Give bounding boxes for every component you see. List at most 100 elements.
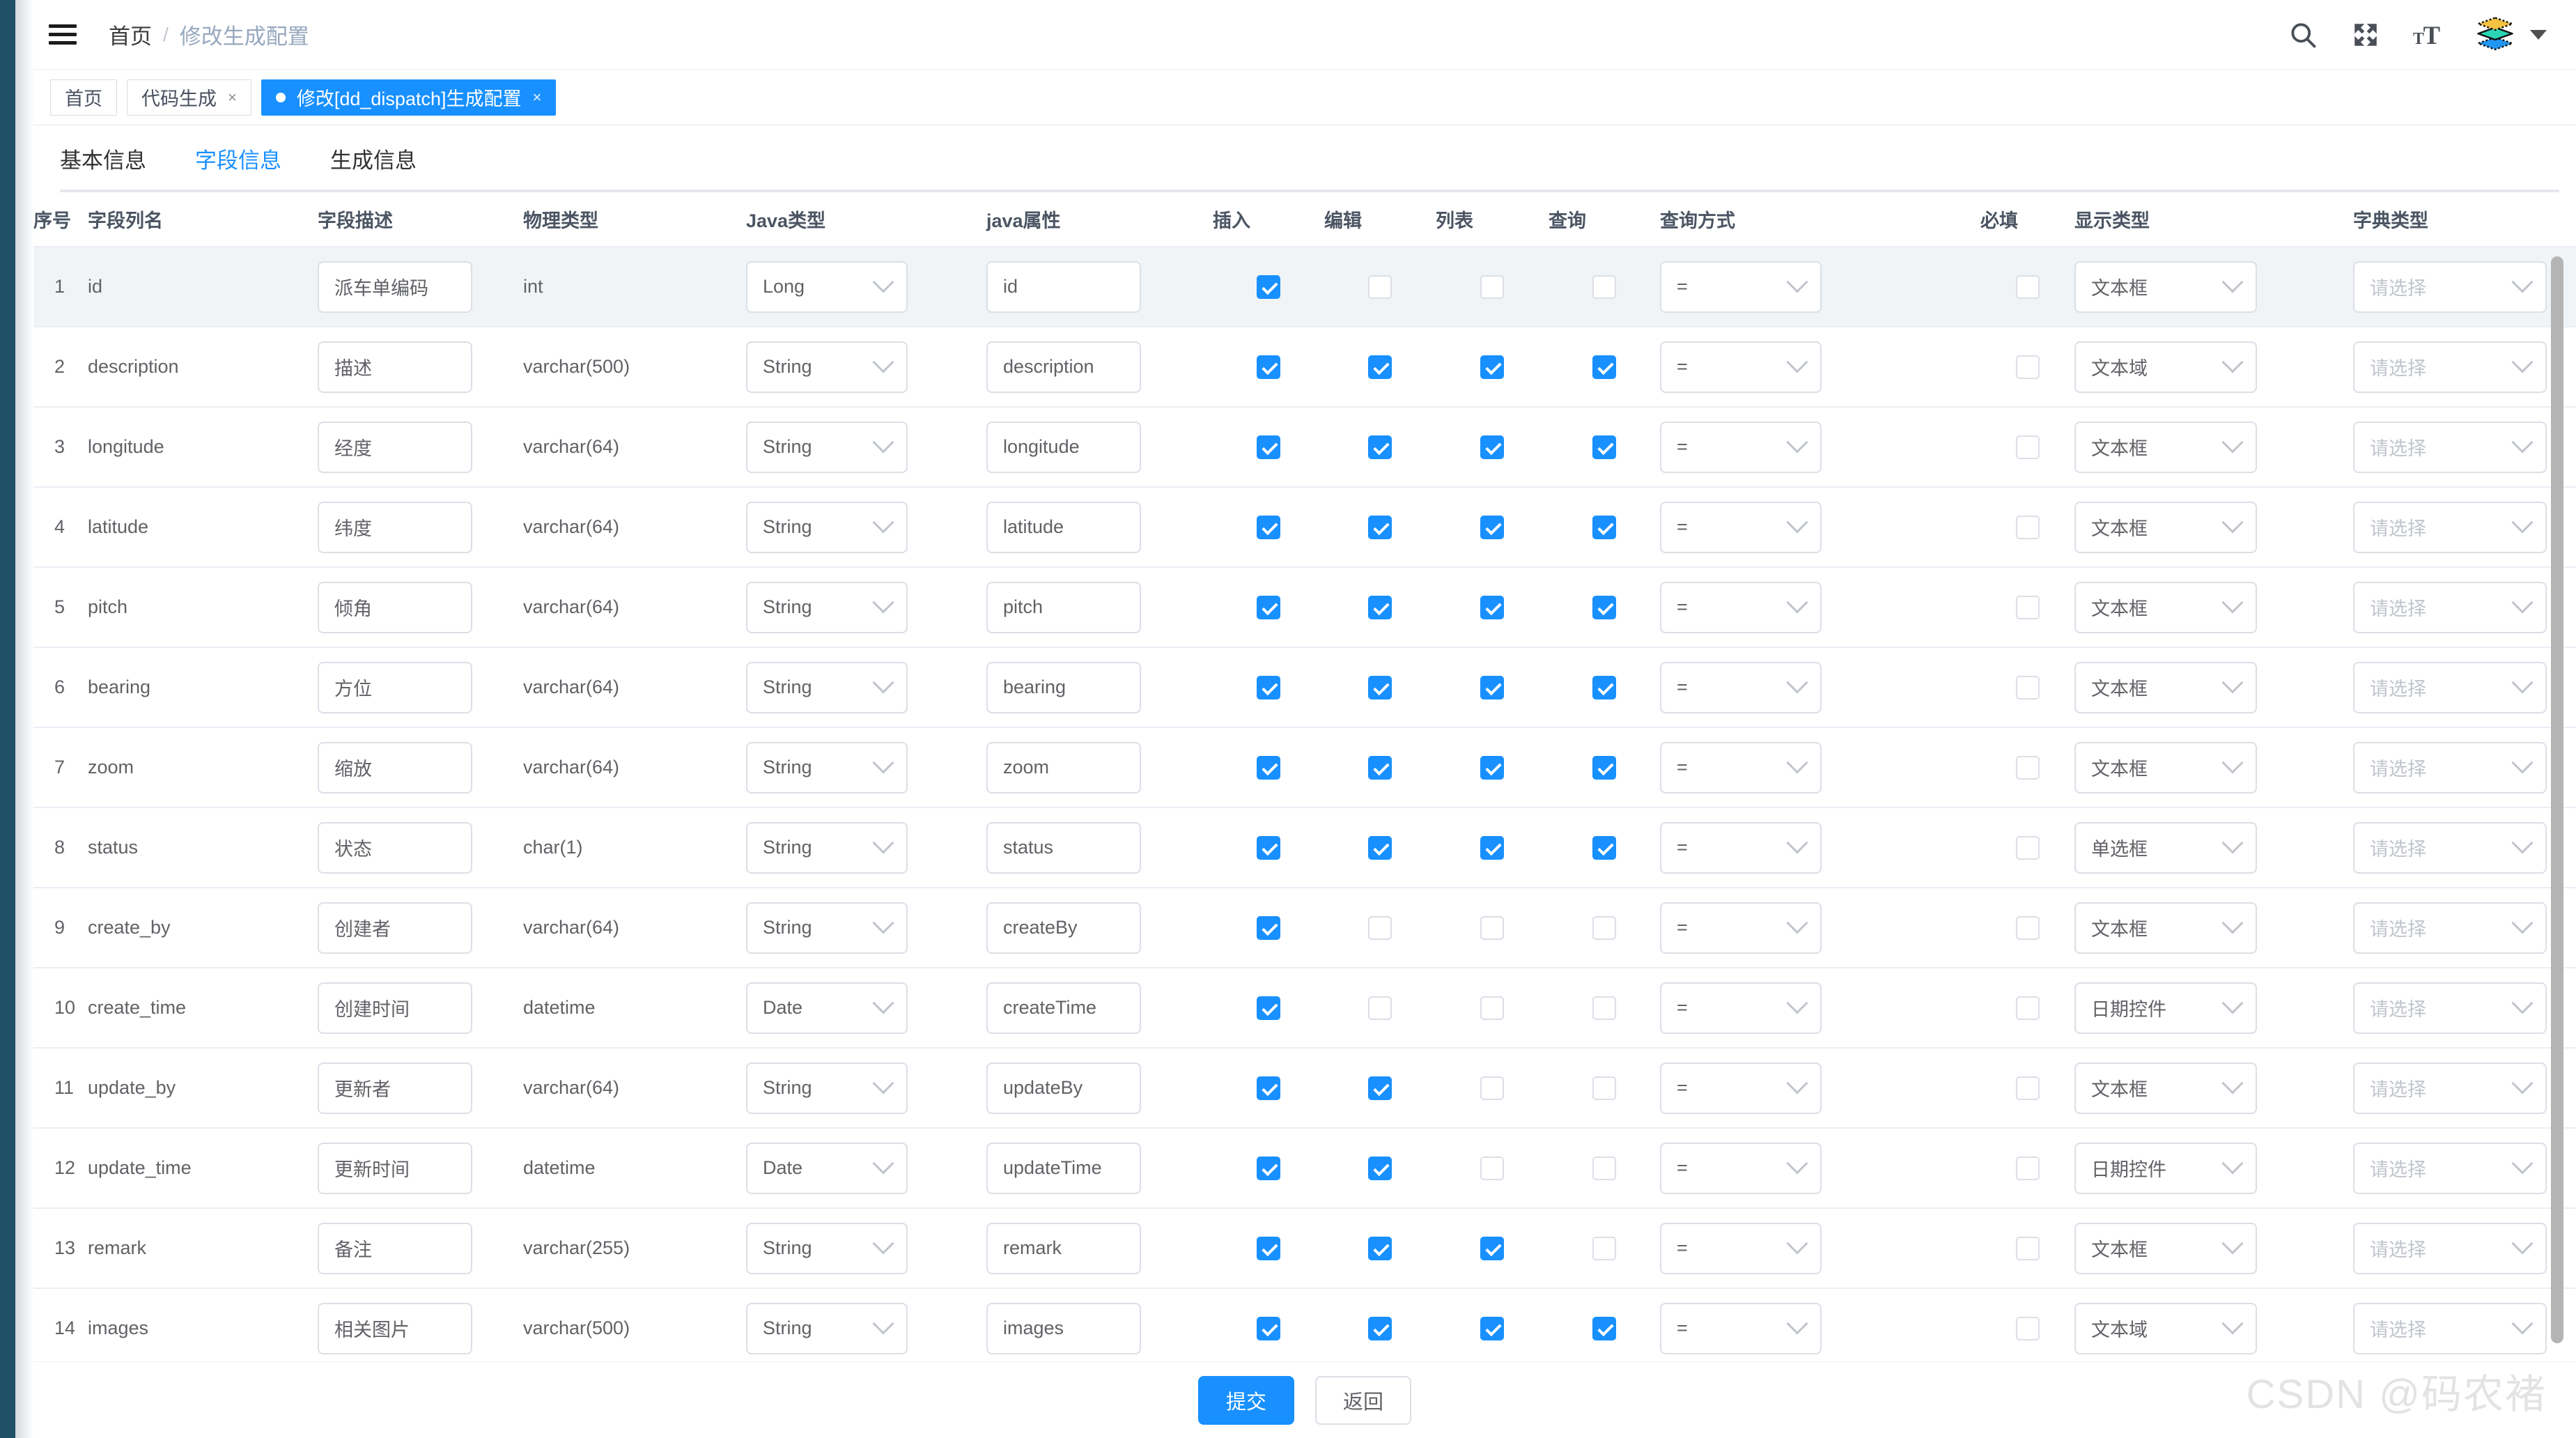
java-type-select[interactable]: Date <box>746 1142 908 1194</box>
java-attr-input[interactable] <box>986 821 1141 874</box>
java-type-select[interactable]: String <box>746 341 908 393</box>
column-desc-input[interactable] <box>318 661 472 713</box>
required-checkbox[interactable] <box>2015 515 2040 539</box>
insert-checkbox[interactable] <box>1257 835 1280 860</box>
required-checkbox[interactable] <box>2015 355 2040 379</box>
close-icon[interactable]: × <box>228 88 237 107</box>
dict-type-select[interactable]: 请选择 <box>2353 741 2547 794</box>
list-checkbox[interactable] <box>1480 275 1504 299</box>
java-attr-input[interactable] <box>986 1222 1141 1274</box>
submit-button[interactable]: 提交 <box>1198 1375 1294 1425</box>
insert-checkbox[interactable] <box>1257 1236 1280 1260</box>
list-checkbox[interactable] <box>1480 835 1504 860</box>
edit-checkbox[interactable] <box>1368 515 1392 539</box>
java-type-select[interactable]: String <box>746 1302 908 1354</box>
column-desc-input[interactable] <box>318 741 472 794</box>
query-checkbox[interactable] <box>1592 915 1616 940</box>
tab-basic-info[interactable]: 基本信息 <box>60 143 146 192</box>
required-checkbox[interactable] <box>2015 755 2040 780</box>
column-desc-input[interactable] <box>318 261 472 313</box>
display-type-select[interactable]: 文本框 <box>2074 741 2257 794</box>
column-desc-input[interactable] <box>318 581 472 633</box>
insert-checkbox[interactable] <box>1257 675 1280 699</box>
required-checkbox[interactable] <box>2015 1236 2040 1260</box>
query-checkbox[interactable] <box>1592 755 1616 780</box>
display-type-select[interactable]: 文本框 <box>2074 501 2257 553</box>
query-checkbox[interactable] <box>1592 515 1616 539</box>
list-checkbox[interactable] <box>1480 996 1504 1020</box>
query-type-select[interactable]: = <box>1660 661 1822 713</box>
breadcrumb-home[interactable]: 首页 <box>109 19 152 50</box>
edit-checkbox[interactable] <box>1368 675 1392 699</box>
java-attr-input[interactable] <box>986 421 1141 473</box>
edit-checkbox[interactable] <box>1368 1156 1392 1180</box>
display-type-select[interactable]: 文本域 <box>2074 341 2257 393</box>
avatar[interactable] <box>2476 16 2547 54</box>
column-desc-input[interactable] <box>318 902 472 954</box>
tag-home[interactable]: 首页 <box>50 79 117 116</box>
query-type-select[interactable]: = <box>1660 261 1822 313</box>
query-checkbox[interactable] <box>1592 675 1616 699</box>
close-icon[interactable]: × <box>532 88 541 107</box>
display-type-select[interactable]: 文本框 <box>2074 581 2257 633</box>
query-checkbox[interactable] <box>1592 1236 1616 1260</box>
display-type-select[interactable]: 文本框 <box>2074 421 2257 473</box>
tag-code-gen[interactable]: 代码生成 × <box>127 79 251 116</box>
required-checkbox[interactable] <box>2015 595 2040 619</box>
fullscreen-icon[interactable] <box>2350 20 2381 50</box>
insert-checkbox[interactable] <box>1257 996 1280 1020</box>
edit-checkbox[interactable] <box>1368 1316 1392 1340</box>
insert-checkbox[interactable] <box>1257 275 1280 299</box>
java-type-select[interactable]: String <box>746 821 908 874</box>
display-type-select[interactable]: 文本域 <box>2074 1302 2257 1354</box>
java-attr-input[interactable] <box>986 741 1141 794</box>
display-type-select[interactable]: 日期控件 <box>2074 982 2257 1034</box>
column-desc-input[interactable] <box>318 341 472 393</box>
hamburger-menu-icon[interactable] <box>49 21 81 49</box>
query-checkbox[interactable] <box>1592 275 1616 299</box>
edit-checkbox[interactable] <box>1368 275 1392 299</box>
java-type-select[interactable]: String <box>746 421 908 473</box>
dict-type-select[interactable]: 请选择 <box>2353 501 2547 553</box>
required-checkbox[interactable] <box>2015 996 2040 1020</box>
dict-type-select[interactable]: 请选择 <box>2353 1142 2547 1194</box>
required-checkbox[interactable] <box>2015 275 2040 299</box>
query-type-select[interactable]: = <box>1660 982 1822 1034</box>
query-type-select[interactable]: = <box>1660 1142 1822 1194</box>
scrollbar-thumb[interactable] <box>2551 256 2563 1343</box>
query-checkbox[interactable] <box>1592 435 1616 459</box>
dict-type-select[interactable]: 请选择 <box>2353 261 2547 313</box>
column-desc-input[interactable] <box>318 1062 472 1114</box>
java-type-select[interactable]: String <box>746 661 908 713</box>
display-type-select[interactable]: 文本框 <box>2074 661 2257 713</box>
insert-checkbox[interactable] <box>1257 1156 1280 1180</box>
display-type-select[interactable]: 单选框 <box>2074 821 2257 874</box>
display-type-select[interactable]: 文本框 <box>2074 1222 2257 1274</box>
edit-checkbox[interactable] <box>1368 755 1392 780</box>
java-attr-input[interactable] <box>986 341 1141 393</box>
java-attr-input[interactable] <box>986 261 1141 313</box>
java-type-select[interactable]: Long <box>746 261 908 313</box>
edit-checkbox[interactable] <box>1368 915 1392 940</box>
list-checkbox[interactable] <box>1480 915 1504 940</box>
dict-type-select[interactable]: 请选择 <box>2353 1222 2547 1274</box>
dict-type-select[interactable]: 请选择 <box>2353 1062 2547 1114</box>
column-desc-input[interactable] <box>318 982 472 1034</box>
tab-field-info[interactable]: 字段信息 <box>195 143 281 194</box>
java-type-select[interactable]: String <box>746 1062 908 1114</box>
table-vertical-scrollbar[interactable] <box>2551 192 2563 1360</box>
list-checkbox[interactable] <box>1480 515 1504 539</box>
java-attr-input[interactable] <box>986 581 1141 633</box>
edit-checkbox[interactable] <box>1368 996 1392 1020</box>
column-desc-input[interactable] <box>318 501 472 553</box>
list-checkbox[interactable] <box>1480 595 1504 619</box>
java-attr-input[interactable] <box>986 902 1141 954</box>
search-icon[interactable] <box>2288 20 2318 50</box>
back-button[interactable]: 返回 <box>1315 1375 1411 1425</box>
edit-checkbox[interactable] <box>1368 595 1392 619</box>
required-checkbox[interactable] <box>2015 915 2040 940</box>
column-desc-input[interactable] <box>318 421 472 473</box>
query-checkbox[interactable] <box>1592 835 1616 860</box>
required-checkbox[interactable] <box>2015 1316 2040 1340</box>
query-type-select[interactable]: = <box>1660 341 1822 393</box>
